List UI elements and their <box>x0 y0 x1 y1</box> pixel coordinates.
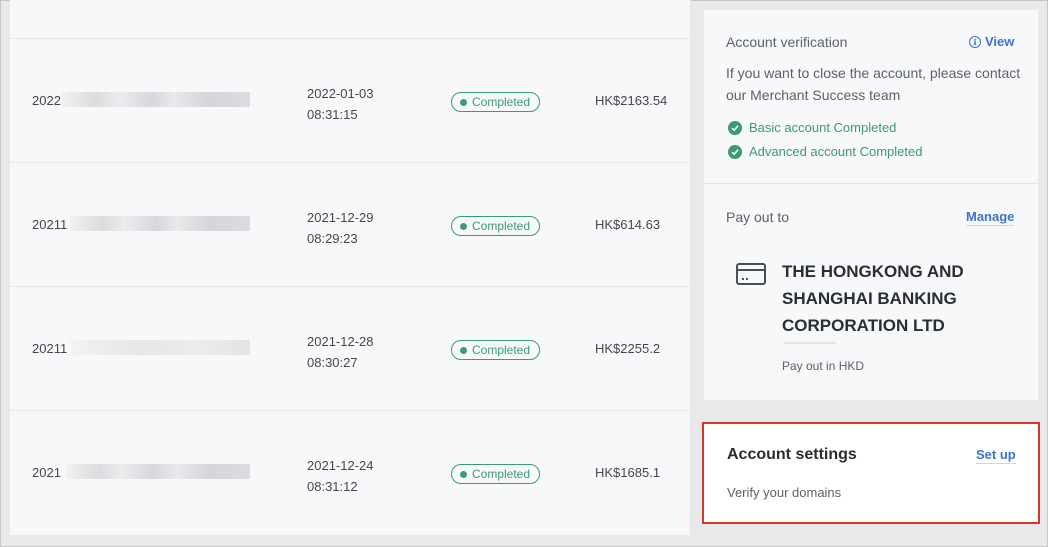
set-up-link[interactable]: Set up <box>976 447 1016 464</box>
check-circle-icon <box>728 144 742 159</box>
status-dot-icon <box>460 346 467 354</box>
status-badge: Completed <box>451 464 541 484</box>
bank-card-icon <box>736 263 766 285</box>
basic-account-label: Basic account Completed <box>749 120 897 135</box>
account-settings-title: Account settings <box>727 446 857 463</box>
payout-id: 2021 <box>32 465 61 480</box>
status-badge: Completed <box>451 92 541 112</box>
pay-out-to-title: Pay out to <box>726 209 790 225</box>
advanced-account-status: Advanced account Completed <box>728 144 922 159</box>
table-row[interactable]: 20211 2021-12-29 08:29:23 Completed HK$6… <box>10 162 691 286</box>
payout-datetime: 2021-12-24 08:31:12 <box>307 455 374 497</box>
bank-name: THE HONGKONG AND SHANGHAI BANKING CORPOR… <box>782 262 964 335</box>
view-verification-link[interactable]: i View <box>969 34 1014 50</box>
status-label: Completed <box>472 219 531 233</box>
verification-description: If you want to close the account, please… <box>726 65 1021 103</box>
verify-domains-text: Verify your domains <box>727 485 842 500</box>
payouts-table: 2022 2022-01-03 08:31:15 Completed HK$21… <box>10 0 691 535</box>
payout-id: 20211 <box>32 217 68 232</box>
redacted-id <box>70 340 250 355</box>
status-label: Completed <box>472 343 531 357</box>
account-settings-card: Account settings Set up Verify your doma… <box>702 422 1040 524</box>
payout-date: 2021-12-29 <box>307 210 374 225</box>
payout-currency: Pay out in HKD <box>782 359 865 373</box>
payout-time: 08:30:27 <box>307 355 358 370</box>
redacted-id <box>62 92 250 107</box>
payout-amount: HK$614.63 <box>595 217 661 232</box>
redacted-account-number <box>784 342 836 344</box>
info-icon: i <box>969 36 981 48</box>
manage-link[interactable]: Manage <box>966 209 1015 226</box>
table-row[interactable]: 20211 2021-12-28 08:30:27 Completed HK$2… <box>10 286 691 410</box>
view-label: View <box>985 34 1015 49</box>
payout-datetime: 2021-12-28 08:30:27 <box>307 331 374 373</box>
status-label: Completed <box>472 95 531 109</box>
check-circle-icon <box>728 120 742 135</box>
advanced-account-label: Advanced account Completed <box>749 144 923 159</box>
table-row[interactable]: 2021 2021-12-24 08:31:12 Completed HK$16… <box>10 410 691 534</box>
payout-date: 2021-12-24 <box>307 458 374 473</box>
payout-date: 2021-12-28 <box>307 334 374 349</box>
payout-datetime: 2021-12-29 08:29:23 <box>307 207 374 249</box>
payout-time: 08:29:23 <box>307 231 358 246</box>
status-badge: Completed <box>451 216 541 236</box>
payout-id: 20211 <box>32 341 68 356</box>
redacted-id <box>66 464 250 479</box>
payout-amount: HK$1685.1 <box>595 465 661 480</box>
verification-title: Account verification <box>726 34 848 50</box>
payout-time: 08:31:15 <box>307 107 358 122</box>
payout-time: 08:31:12 <box>307 479 358 494</box>
payout-amount: HK$2163.54 <box>595 93 668 108</box>
basic-account-status: Basic account Completed <box>728 120 896 135</box>
status-dot-icon <box>460 470 467 478</box>
payout-id: 2022 <box>32 93 61 108</box>
payout-datetime: 2022-01-03 08:31:15 <box>307 83 374 125</box>
redacted-id <box>70 216 250 231</box>
payout-date: 2022-01-03 <box>307 86 374 101</box>
status-dot-icon <box>460 222 467 230</box>
account-verification-card: Account verification i View If you want t… <box>704 10 1038 184</box>
pay-out-to-card: Pay out to Manage THE HONGKONG AND SHANG… <box>704 184 1038 400</box>
status-dot-icon <box>460 98 467 106</box>
payout-amount: HK$2255.2 <box>595 341 661 356</box>
table-row[interactable]: 2022 2022-01-03 08:31:15 Completed HK$21… <box>10 38 691 162</box>
status-label: Completed <box>472 467 531 481</box>
status-badge: Completed <box>451 340 541 360</box>
